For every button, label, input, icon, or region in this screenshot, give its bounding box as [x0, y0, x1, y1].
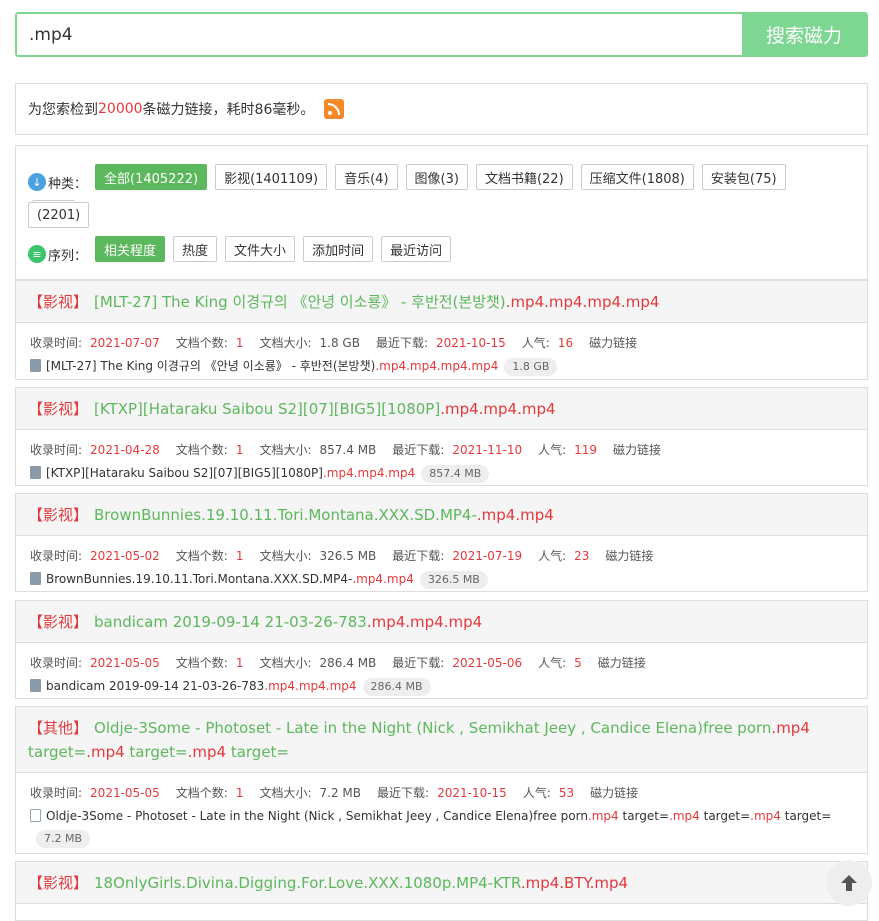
result-card: 【影视】 [KTXP][Hataraku Saibou S2][07][BIG5]…	[15, 387, 868, 486]
file-size-badge: 7.2 MB	[36, 830, 91, 848]
rss-icon[interactable]	[324, 99, 345, 119]
file-size-badge: 286.4 MB	[362, 678, 431, 696]
result-card: 【影视】 BrownBunnies.19.10.11.Tori.Montana.X…	[15, 493, 868, 592]
result-meta: 收录时间: 2021-04-28 文档个数: 1 文档大小: 857.4 MB 最近下载: 2…	[30, 443, 662, 457]
filter-type-archive[interactable]: 压缩文件(1808)	[580, 164, 694, 190]
type-icon: ↓	[28, 173, 46, 191]
video-file-icon	[30, 572, 41, 585]
magnet-link[interactable]: 磁力链接	[598, 656, 646, 670]
filter-type-other-count[interactable]: (2201)	[28, 202, 90, 228]
magnet-link[interactable]: 磁力链接	[589, 336, 637, 350]
sort-added-time[interactable]: 添加时间	[303, 236, 374, 262]
result-title: 【其他】 Oldje-3Some - Photoset - Late in the…	[16, 707, 867, 773]
result-card: 【影视】 [MLT-27] The King 이경규의 《안녕 이소룡》 - 후반…	[15, 280, 868, 380]
file-list: Oldje-3Some - Photoset - Late in the Nig…	[16, 803, 867, 853]
arrow-up-icon	[841, 875, 857, 891]
type-label-text: 种类：	[48, 176, 88, 192]
sort-label: ≡ 序列：	[28, 241, 87, 267]
file-size-badge: 857.4 MB	[421, 465, 490, 483]
result-category: 【影视】	[28, 874, 89, 892]
list-icon: ≡	[28, 245, 46, 263]
result-title: 【影视】 bandicam 2019-09-14 21-03-26-783.mp4…	[16, 601, 867, 643]
result-title-link[interactable]: [KTXP][Hataraku Saibou S2][07][BIG5][108…	[94, 400, 556, 418]
summary-prefix: 为您索检到	[28, 102, 98, 118]
filter-type-installer[interactable]: 安装包(75)	[701, 164, 786, 190]
result-meta: 收录时间: 2021-05-02 文档个数: 1 文档大小: 326.5 MB 最近下载: 2…	[30, 549, 654, 563]
back-to-top-button[interactable]	[826, 860, 872, 906]
result-title: 【影视】 [KTXP][Hataraku Saibou S2][07][BIG5]…	[16, 388, 867, 430]
unknown-file-icon	[30, 809, 41, 822]
magnet-link[interactable]: 磁力链接	[605, 549, 653, 563]
sort-file-size[interactable]: 文件大小	[225, 236, 296, 262]
magnet-link[interactable]: 磁力链接	[590, 786, 638, 800]
result-title-link[interactable]: 18OnlyGirls.Divina.Digging.For.Love.XXX.…	[94, 874, 628, 892]
file-list: [MLT-27] The King 이경규의 《안녕 이소룡》 - 후반전(본방…	[16, 353, 867, 381]
filter-type-document[interactable]: 文档书籍(22)	[475, 164, 573, 190]
result-card: 【其他】 Oldje-3Some - Photoset - Late in the…	[15, 706, 868, 854]
summary-suffix: 条磁力链接，耗时86毫秒。	[142, 102, 315, 118]
result-category: 【其他】	[28, 719, 89, 737]
result-meta: 收录时间: 2021-07-07 文档个数: 1 文档大小: 1.8 GB 最近下载: 202…	[30, 336, 638, 350]
result-count: 20000	[98, 101, 143, 117]
result-meta: 收录时间: 2021-05-05 文档个数: 1 文档大小: 7.2 MB 最近下载: 202…	[30, 786, 639, 800]
result-title: 【影视】 18OnlyGirls.Divina.Digging.For.Love.…	[16, 862, 867, 904]
result-title: 【影视】 BrownBunnies.19.10.11.Tori.Montana.X…	[16, 494, 867, 536]
type-label: ↓ 种类：	[28, 169, 87, 195]
sort-filter-row: ≡ 序列： 相关程度 热度 文件大小 添加时间 最近访问	[28, 236, 828, 272]
filter-type-image[interactable]: 图像(3)	[405, 164, 468, 190]
filter-type-video[interactable]: 影视(1401109)	[215, 164, 328, 190]
sort-recent-visit[interactable]: 最近访问	[381, 236, 452, 262]
filter-type-all[interactable]: 全部(1405222)	[95, 164, 208, 190]
result-title-link[interactable]: bandicam 2019-09-14 21-03-26-783.mp4.mp4…	[94, 613, 482, 631]
result-category: 【影视】	[28, 506, 89, 524]
search-bar: 搜索磁力	[15, 12, 868, 57]
search-button[interactable]: 搜索磁力	[742, 14, 866, 55]
sort-label-text: 序列：	[48, 248, 88, 264]
result-category: 【影视】	[28, 400, 89, 418]
type-filter-overflow: (2201)	[24, 202, 824, 238]
sort-popularity[interactable]: 热度	[173, 236, 218, 262]
video-file-icon	[30, 679, 41, 692]
result-title: 【影视】 [MLT-27] The King 이경규의 《안녕 이소룡》 - 후반…	[16, 281, 867, 323]
result-title-link[interactable]: BrownBunnies.19.10.11.Tori.Montana.XXX.S…	[94, 506, 554, 524]
result-category: 【影视】	[28, 293, 89, 311]
file-list: BrownBunnies.19.10.11.Tori.Montana.XXX.S…	[16, 566, 867, 594]
result-title-link[interactable]: Oldje-3Some - Photoset - Late in the Nig…	[28, 719, 810, 761]
video-file-icon	[30, 359, 41, 372]
result-card: 【影视】 bandicam 2019-09-14 21-03-26-783.mp4…	[15, 600, 868, 699]
result-title-link[interactable]: [MLT-27] The King 이경규의 《안녕 이소룡》 - 후반전(본방…	[94, 293, 659, 311]
file-list: bandicam 2019-09-14 21-03-26-783.mp4.mp4…	[16, 673, 867, 701]
file-list: [KTXP][Hataraku Saibou S2][07][BIG5][108…	[16, 460, 867, 488]
magnet-link[interactable]: 磁力链接	[613, 443, 661, 457]
filter-panel: ↓ 种类： 全部(1405222) 影视(1401109) 音乐(4) 图像(3…	[15, 145, 868, 280]
result-meta: 收录时间: 2021-05-05 文档个数: 1 文档大小: 286.4 MB 最近下载: 2…	[30, 656, 646, 670]
video-file-icon	[30, 466, 41, 479]
sort-relevance[interactable]: 相关程度	[95, 236, 166, 262]
result-card: 【影视】 18OnlyGirls.Divina.Digging.For.Love.…	[15, 861, 868, 921]
file-size-badge: 326.5 MB	[419, 571, 488, 589]
filter-type-music[interactable]: 音乐(4)	[335, 164, 398, 190]
search-input[interactable]	[17, 14, 742, 55]
file-size-badge: 1.8 GB	[504, 358, 558, 376]
result-summary: 为您索检到 20000 条磁力链接，耗时86毫秒。	[15, 83, 868, 135]
result-category: 【影视】	[28, 613, 89, 631]
